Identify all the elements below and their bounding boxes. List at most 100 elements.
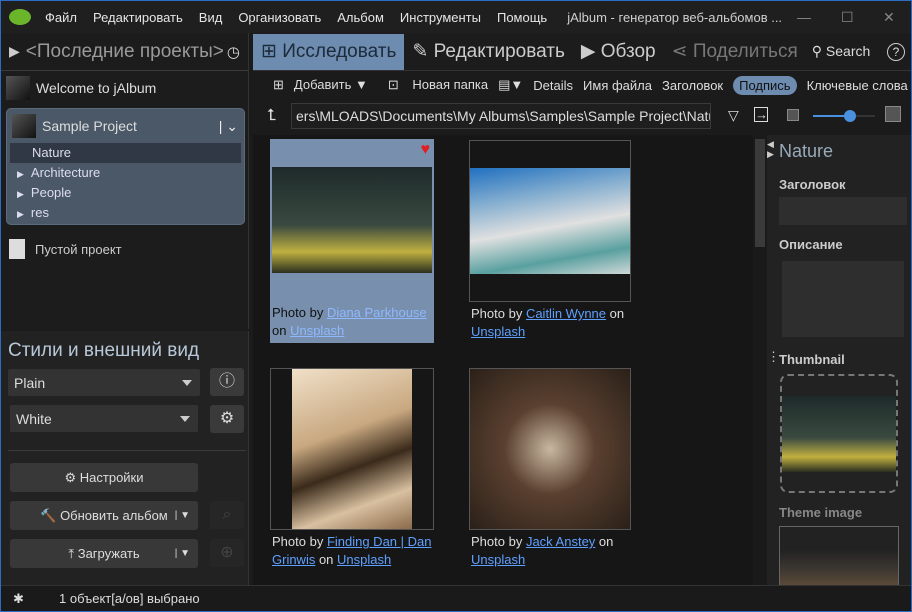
author-link[interactable]: Jack Anstey [526,534,595,549]
tree-item-people[interactable]: ▶ People [7,183,244,203]
theme-image[interactable] [779,526,899,586]
caption-text: on [272,323,291,338]
thumbnail-frame [469,368,631,530]
heart-icon[interactable]: ♥ [421,141,431,159]
recent-projects[interactable]: ▶ <Последние проекты> ◷ [1,33,248,71]
clock-icon[interactable]: ◷ [227,43,240,61]
tree-item-nature[interactable]: Nature [10,143,241,163]
grid-scrollbar[interactable] [753,135,767,585]
image-thumbnail [272,167,432,273]
path-field[interactable]: ers\MLOADS\Documents\My Albums\Samples\S… [291,103,711,129]
dropdown-arrow-icon[interactable]: | ▼ [175,539,190,568]
tree-item-architecture[interactable]: ▶ Architecture [7,163,244,183]
tree-item-label: People [30,185,72,200]
image-card[interactable]: Photo by Jack Anstey on Unsplash [469,368,631,572]
site-link[interactable]: Unsplash [471,324,525,339]
caption-text: Photo by [272,305,327,320]
image-thumbnail [470,369,630,529]
filename-button[interactable]: Имя файла [583,78,652,93]
caption-text: on [606,306,625,321]
style-select[interactable]: White [10,405,198,432]
image-grid: ♥ Photo by Diana Parkhouse on Unsplash P… [253,135,753,585]
menu-view[interactable]: Вид [199,10,223,25]
search-button[interactable]: ⚲ Search [812,43,871,60]
share-icon: ⋖ [671,40,693,62]
help-button[interactable]: ? [887,42,905,61]
search-icon: ⚲ [811,43,826,59]
project-sample[interactable]: Sample Project | ⌄ Nature ▶ Architecture ▶… [6,108,245,225]
project-welcome[interactable]: Welcome to jAlbum [6,73,156,103]
project-welcome-label: Welcome to jAlbum [36,80,157,96]
thumbnail-size-slider[interactable] [813,110,875,122]
recent-projects-label: <Последние проекты> [25,40,224,62]
update-label: Обновить альбом [60,508,168,523]
description-input[interactable] [782,261,904,337]
menu-tools[interactable]: Инструменты [400,10,481,25]
tree-item-label: Architecture [30,165,101,180]
preview-button[interactable]: ⌕ [210,501,244,529]
import-icon[interactable]: → [754,107,768,122]
title-button[interactable]: Заголовок [662,78,723,93]
folder-plus-icon: ⊡ [387,77,403,92]
upload-label: Загружать [77,546,140,561]
caption-text: on [315,552,338,567]
details-button[interactable]: Details [533,78,573,93]
project-empty[interactable]: Пустой проект [9,239,122,259]
close-button[interactable]: ✕ [883,9,895,26]
new-folder-button[interactable]: ⊡ Новая папка [378,77,488,93]
maximize-button[interactable]: ☐ [841,9,854,26]
thumbnail-frame [270,139,434,301]
caption-button[interactable]: Подпись [733,75,797,95]
upload-icon: ⤒ [68,546,78,561]
menu-file[interactable]: Файл [45,10,77,25]
add-button[interactable]: ⊞ Добавить ▼ [263,77,368,93]
thumbnail-frame [469,140,631,302]
skin-select[interactable]: Plain [8,369,200,396]
chevron-down-icon[interactable]: | ⌄ [219,118,238,135]
settings-label: Настройки [79,470,144,485]
preview-icon: ▶ [580,40,601,62]
author-link[interactable]: Diana Parkhouse [327,305,427,320]
upload-button[interactable]: ⤒ Загружать | ▼ [10,539,198,568]
up-arrow-icon[interactable]: ⮤ [267,107,276,125]
new-page-button[interactable]: ▤▼ [498,77,523,93]
settings-button[interactable]: ⚙ Настройки [10,463,198,492]
site-link[interactable]: Unsplash [471,552,525,567]
project-thumbnail [6,76,30,100]
toolbar: ⊞ Добавить ▼ ⊡ Новая папка ▤▼ Details Имя… [253,73,911,97]
skin-settings-button[interactable]: ⚙ [210,405,244,433]
styles-panel: Стили и внешний вид Plain ⓘ White ⚙ ⚙ На… [1,331,249,585]
site-link[interactable]: Unsplash [337,552,391,567]
thumbnail-drop-zone[interactable] [780,374,898,493]
tab-share[interactable]: ⋖ Поделиться [664,34,806,70]
keywords-button[interactable]: Ключевые слова [807,78,908,93]
dropdown-arrow-icon[interactable]: | ▼ [175,501,190,530]
view-online-button[interactable]: ⊕ [210,539,244,567]
tab-preview[interactable]: ▶ Обзор [573,34,664,70]
asterisk-icon: ✱ [13,590,24,606]
thumbnail-frame [270,368,434,530]
small-thumb-icon [787,109,799,121]
update-album-button[interactable]: 🔨 Обновить альбом | ▼ [10,501,198,530]
info-button[interactable]: ⓘ [210,368,244,396]
menu-organize[interactable]: Организовать [238,10,321,25]
theme-image-label: Theme image [779,505,863,520]
tab-edit[interactable]: ✎ Редактировать [404,34,572,70]
image-card[interactable]: Photo by Finding Dan | Dan Grinwis on Un… [270,368,434,572]
menu-help[interactable]: Помощь [497,10,547,25]
scrollbar-thumb[interactable] [755,139,765,247]
filter-icon[interactable]: ▽ [728,107,739,124]
image-card[interactable]: ♥ Photo by Diana Parkhouse on Unsplash [270,139,434,343]
slider-handle[interactable] [844,110,857,122]
menu-album[interactable]: Альбом [337,10,384,25]
site-link[interactable]: Unsplash [290,323,344,338]
minimize-button[interactable]: — [797,9,811,25]
image-card[interactable]: Photo by Caitlin Wynne on Unsplash [469,140,631,344]
properties-panel: ◀ ▶ Nature Заголовок Описание ⋮ Thumbnail… [767,135,911,586]
author-link[interactable]: Caitlin Wynne [526,306,606,321]
tree-item-res[interactable]: ▶ res [7,203,244,223]
tab-explore[interactable]: ⊞ Исследовать [253,33,405,70]
title-input[interactable] [779,197,907,225]
collapse-panel-icon[interactable]: ◀ ▶ [767,139,774,159]
menu-edit[interactable]: Редактировать [93,10,183,25]
